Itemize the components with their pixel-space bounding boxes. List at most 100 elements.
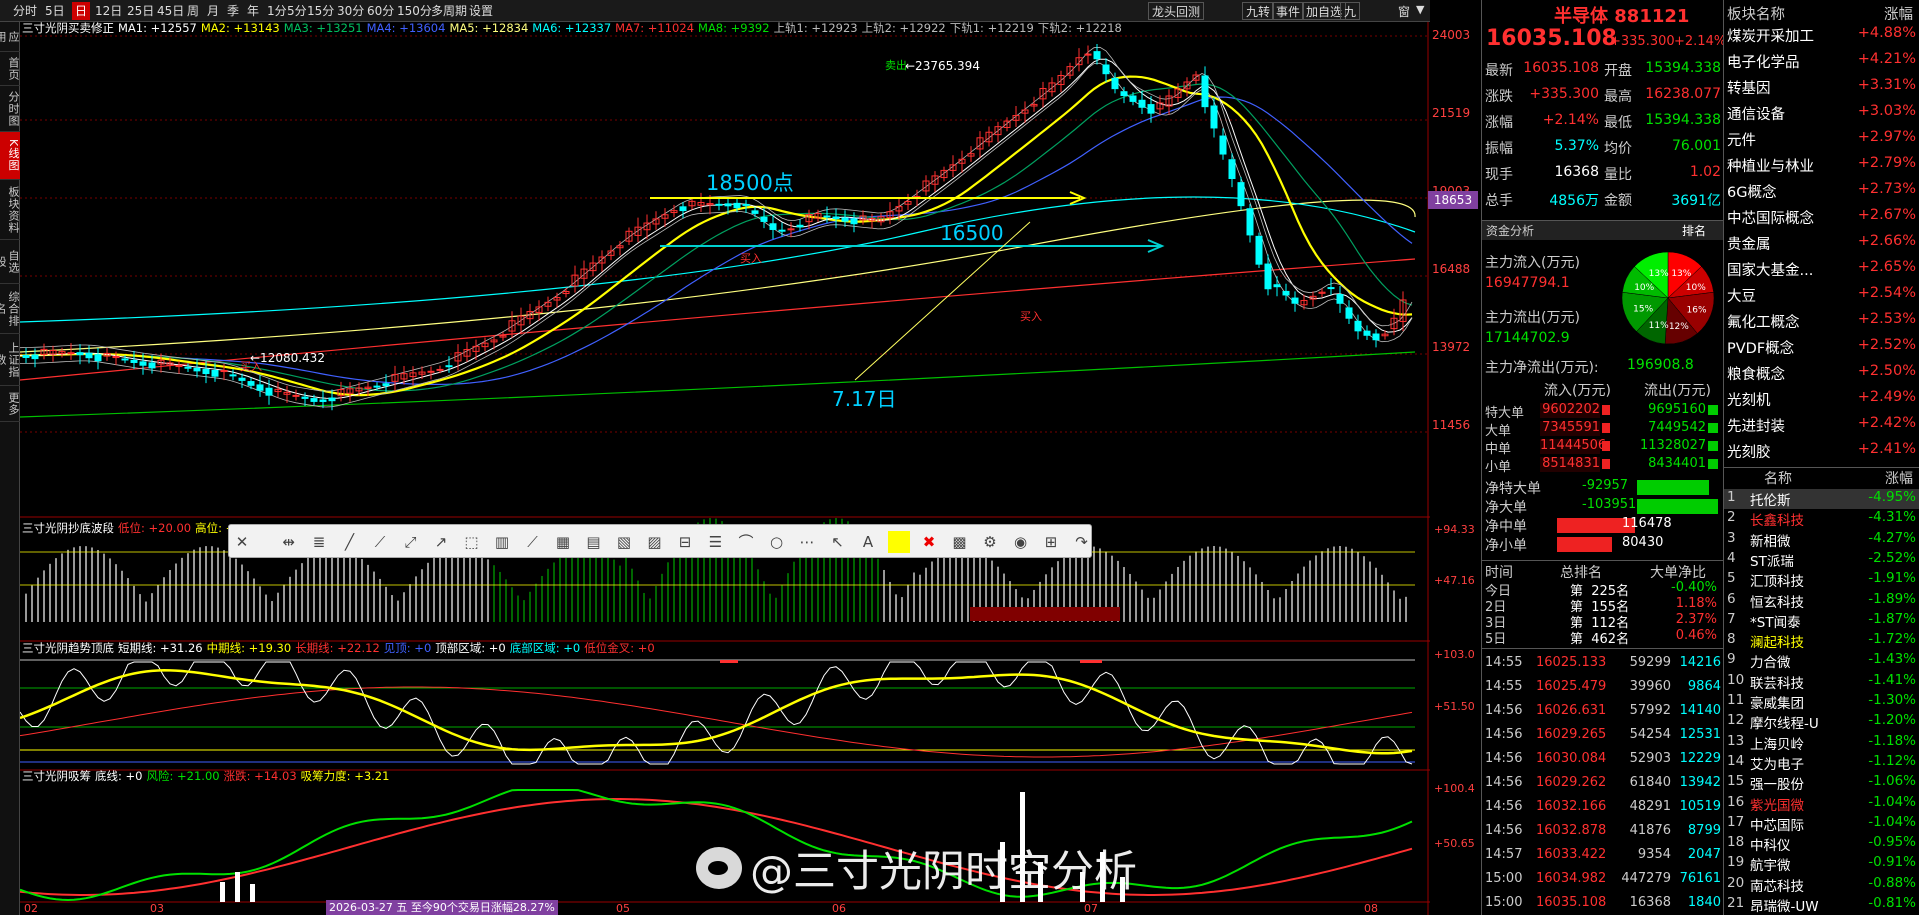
sector-row[interactable]: 氟化工概念 +2.53% [1724, 311, 1919, 337]
sector-row[interactable]: 种植业与林业 +2.79% [1724, 155, 1919, 181]
save-icon[interactable]: ▩ [949, 531, 971, 553]
arrow-icon[interactable]: ↗ [430, 531, 452, 553]
text-icon[interactable]: A [857, 531, 879, 553]
stock-rank-row[interactable]: 8 澜起科技 -1.72% [1724, 631, 1919, 651]
period-tab-7[interactable]: 月 [204, 2, 222, 20]
delete-icon[interactable]: ✖ [918, 531, 940, 553]
period-tab-13[interactable]: 30分 [334, 2, 367, 20]
stock-rank-row[interactable]: 13 上海贝岭 -1.18% [1724, 733, 1919, 753]
side-tab-7[interactable]: 上证指数 [0, 334, 20, 386]
sector-row[interactable]: 国家大基金... +2.65% [1724, 259, 1919, 285]
sector-row[interactable]: 先进封装 +2.42% [1724, 415, 1919, 441]
stock-rank-row[interactable]: 2 长鑫科技 -4.31% [1724, 509, 1919, 529]
side-tab-1[interactable]: 首页 [0, 52, 20, 86]
segment-icon[interactable]: ⤢ [400, 531, 422, 553]
color-icon[interactable]: ■ [887, 531, 910, 553]
sector-row[interactable]: 贵金属 +2.66% [1724, 233, 1919, 259]
sector-row[interactable]: 6G概念 +2.73% [1724, 181, 1919, 207]
sector-row[interactable]: 元件 +2.97% [1724, 129, 1919, 155]
pointer-icon[interactable]: ↖ [827, 531, 849, 553]
stock-rank-row[interactable]: 3 新相微 -4.27% [1724, 530, 1919, 550]
side-tab-3[interactable]: K线图 [0, 132, 20, 180]
toolbar-right-1[interactable]: 九转 [1242, 2, 1275, 20]
stock-rank-row[interactable]: 1 托伦斯 -4.95% [1724, 489, 1919, 509]
channel-icon[interactable]: ▤ [583, 531, 605, 553]
period-tab-14[interactable]: 60分 [364, 2, 397, 20]
period-tab-4[interactable]: 25日 [124, 2, 157, 20]
side-tab-0[interactable]: 应用 [0, 22, 20, 52]
period-tab-16[interactable]: 多周期 [428, 2, 470, 20]
dropdown-icon[interactable]: ▼ [1416, 3, 1424, 16]
sector-row[interactable]: 中芯国际概念 +2.67% [1724, 207, 1919, 233]
stock-rank-row[interactable]: 16 紫光国微 -1.04% [1724, 794, 1919, 814]
side-tab-5[interactable]: 自选股 [0, 240, 20, 284]
toolbar-right-2[interactable]: 事件 [1272, 2, 1305, 20]
stock-rank-row[interactable]: 11 豪威集团 -1.30% [1724, 692, 1919, 712]
sector-row[interactable]: 大豆 +2.54% [1724, 285, 1919, 311]
stock-rank-row[interactable]: 5 汇顶科技 -1.91% [1724, 570, 1919, 590]
quote-value: +2.14% [1542, 112, 1599, 128]
bars-icon[interactable]: ▦ [552, 531, 574, 553]
side-tab-4[interactable]: 板块资料 [0, 180, 20, 240]
eye-icon[interactable]: ◉ [1010, 531, 1032, 553]
quote-value: 15394.338 [1645, 60, 1721, 76]
stock-rank-row[interactable]: 17 中芯国际 -1.04% [1724, 814, 1919, 834]
sector-name: 种植业与林业 [1727, 159, 1814, 175]
toolbar-right-0[interactable]: 龙头回测 [1148, 2, 1205, 20]
period-tab-17[interactable]: 设置 [466, 2, 496, 20]
stock-rank-row[interactable]: 12 摩尔线程-U -1.20% [1724, 712, 1919, 732]
line-icon[interactable]: ╱ [339, 531, 361, 553]
gann-icon[interactable]: ▧ [613, 531, 635, 553]
sector-row[interactable]: 光刻机 +2.49% [1724, 389, 1919, 415]
rect-icon[interactable]: ⬚ [461, 531, 483, 553]
period-tab-2[interactable]: 日 [72, 2, 91, 20]
settings-icon[interactable]: ⚙ [979, 531, 1001, 553]
sector-row[interactable]: PVDF概念 +2.52% [1724, 337, 1919, 363]
sector-row[interactable]: 粮食概念 +2.50% [1724, 363, 1919, 389]
sector-row[interactable]: 煤炭开采加工 +4.88% [1724, 25, 1919, 51]
side-tab-2[interactable]: 分时图 [0, 86, 20, 132]
period-tab-8[interactable]: 季 [224, 2, 242, 20]
stock-rank-row[interactable]: 6 恒玄科技 -1.89% [1724, 591, 1919, 611]
stock-rank-row[interactable]: 10 联芸科技 -1.41% [1724, 672, 1919, 692]
layers-icon[interactable]: ≣ [308, 531, 330, 553]
stock-rank-row[interactable]: 9 力合微 -1.43% [1724, 651, 1919, 671]
move-icon[interactable]: ⇹ [278, 531, 300, 553]
arc-icon[interactable]: ⌒ [735, 531, 757, 553]
fib-fan-icon[interactable]: ▥ [491, 531, 513, 553]
trendline-icon[interactable]: ⟋ [522, 531, 544, 553]
stock-rank-row[interactable]: 18 中科仪 -0.95% [1724, 834, 1919, 854]
redo-icon[interactable]: ↷ [1071, 531, 1093, 553]
window-button[interactable]: 窗 [1398, 3, 1410, 20]
toolbar-right-4[interactable]: 九 [1340, 2, 1361, 20]
period-tab-3[interactable]: 12日 [92, 2, 125, 20]
sector-row[interactable]: 转基因 +3.31% [1724, 77, 1919, 103]
period-tab-1[interactable]: 5日 [42, 2, 68, 20]
period-tab-5[interactable]: 45日 [154, 2, 187, 20]
stock-rank-row[interactable]: 20 南芯科技 -0.88% [1724, 875, 1919, 895]
more-icon[interactable]: ⋯ [796, 531, 818, 553]
stock-rank-row[interactable]: 15 强一股份 -1.06% [1724, 773, 1919, 793]
funds-rank-tab[interactable]: 排名 [1682, 222, 1706, 239]
stock-rank-row[interactable]: 19 航宇微 -0.91% [1724, 854, 1919, 874]
period-tab-6[interactable]: 周 [184, 2, 202, 20]
pitchfork-icon[interactable]: ▨ [644, 531, 666, 553]
fib-icon[interactable]: ☰ [705, 531, 727, 553]
ray-icon[interactable]: ⟋ [369, 531, 391, 553]
side-tab-6[interactable]: 综合排名 [0, 284, 20, 334]
stock-rank-row[interactable]: 14 艾为电子 -1.12% [1724, 753, 1919, 773]
period-tab-12[interactable]: 15分 [304, 2, 337, 20]
cycle-icon[interactable]: ⊟ [674, 531, 696, 553]
stock-rank-row[interactable]: 21 昂瑞微-UW -0.81% [1724, 895, 1919, 915]
circle-icon[interactable]: ○ [766, 531, 788, 553]
stock-rank-row[interactable]: 4 ST派瑞 -2.52% [1724, 550, 1919, 570]
stock-rank-row[interactable]: 7 *ST闻泰 -1.87% [1724, 611, 1919, 631]
sector-row[interactable]: 电子化学品 +4.21% [1724, 51, 1919, 77]
grid-icon[interactable]: ⊞ [1040, 531, 1062, 553]
close-icon[interactable]: ✕ [231, 531, 253, 553]
period-tab-9[interactable]: 年 [244, 2, 262, 20]
side-tab-8[interactable]: 更多 [0, 386, 20, 422]
sector-row[interactable]: 光刻胶 +2.41% [1724, 441, 1919, 467]
period-tab-0[interactable]: 分时 [10, 2, 40, 20]
sector-row[interactable]: 通信设备 +3.03% [1724, 103, 1919, 129]
